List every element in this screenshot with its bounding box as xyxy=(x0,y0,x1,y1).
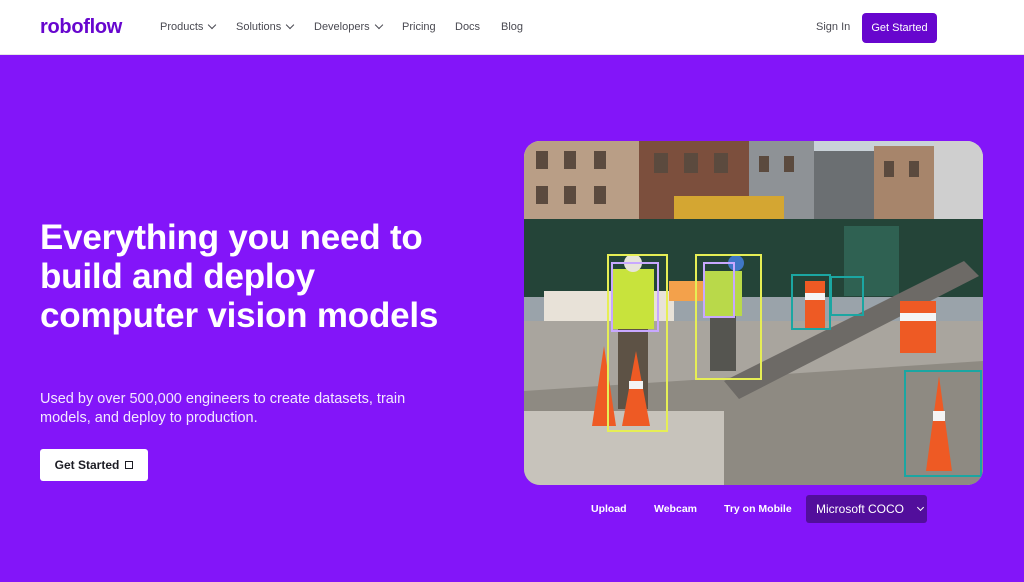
sign-in-link[interactable]: Sign In xyxy=(816,21,850,33)
chevron-down-icon xyxy=(374,20,383,30)
nav-docs[interactable]: Docs xyxy=(455,21,480,33)
model-select[interactable]: Microsoft COCO xyxy=(806,495,927,523)
model-select-value: Microsoft COCO xyxy=(816,502,905,516)
nav-blog[interactable]: Blog xyxy=(501,21,523,33)
top-navbar: roboflow Products Solutions Developers P… xyxy=(0,0,1024,55)
nav-blog-label: Blog xyxy=(501,21,524,33)
nav-solutions[interactable]: Solutions xyxy=(236,20,295,33)
hero-cta-label: Get Started xyxy=(54,458,120,472)
webcam-button[interactable]: Webcam xyxy=(654,503,697,515)
chevron-down-icon xyxy=(208,20,217,30)
external-link-icon xyxy=(125,461,134,469)
nav-pricing[interactable]: Pricing xyxy=(402,21,436,33)
nav-products-label: Products xyxy=(160,21,204,33)
nav-docs-label: Docs xyxy=(455,21,481,33)
nav-solutions-label: Solutions xyxy=(236,21,282,33)
upload-button[interactable]: Upload xyxy=(591,503,627,515)
try-on-mobile-button[interactable]: Try on Mobile xyxy=(724,503,792,515)
chevron-down-icon xyxy=(286,20,295,30)
chevron-down-icon xyxy=(916,503,925,512)
hero-title: Everything you need to build and deploy … xyxy=(40,218,439,335)
construction-scene-illustration xyxy=(524,141,983,485)
nav-developers-label: Developers xyxy=(314,21,370,33)
roboflow-logo[interactable]: roboflow xyxy=(40,16,122,39)
hero-subtitle: Used by over 500,000 engineers to create… xyxy=(40,391,406,426)
nav-get-started-button[interactable]: Get Started xyxy=(862,13,937,43)
hero-get-started-button[interactable]: Get Started xyxy=(40,449,148,481)
nav-developers[interactable]: Developers xyxy=(314,20,383,33)
demo-detection-image xyxy=(524,141,983,485)
nav-products[interactable]: Products xyxy=(160,20,217,33)
nav-pricing-label: Pricing xyxy=(402,21,436,33)
